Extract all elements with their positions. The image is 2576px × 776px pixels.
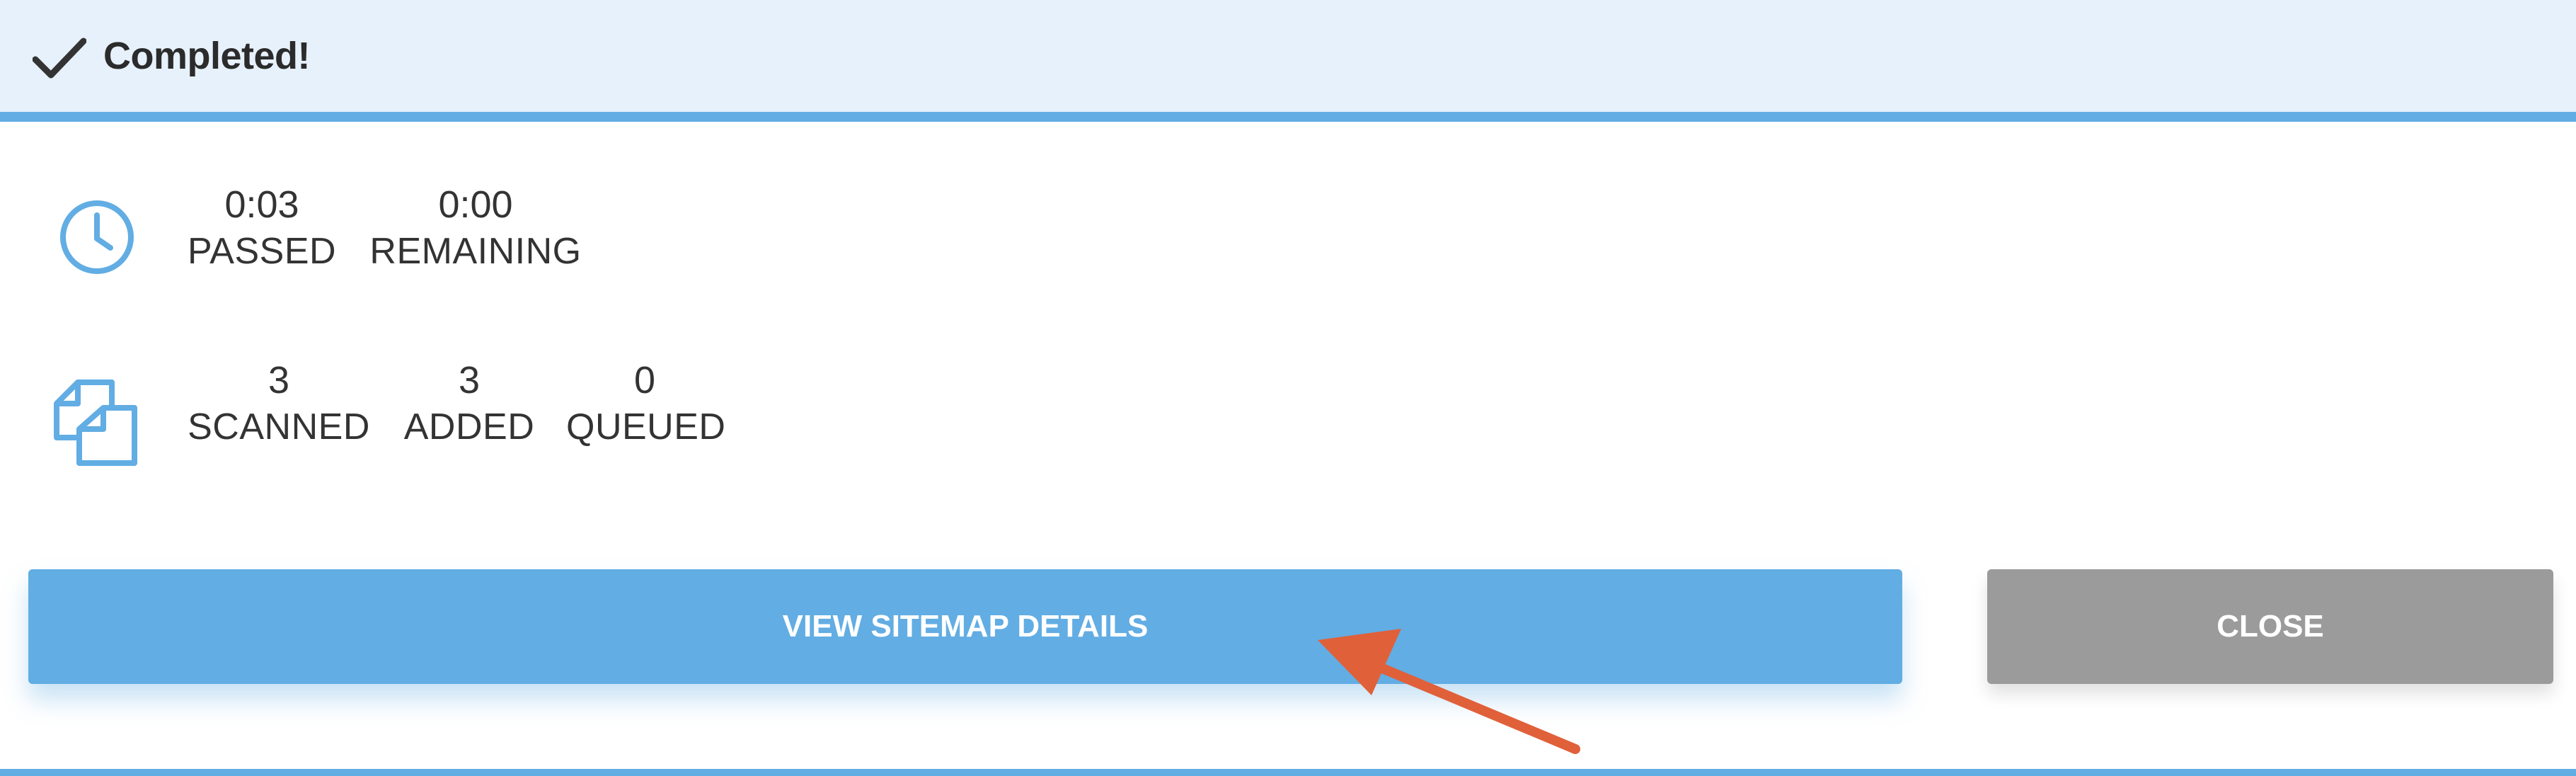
stat-label: QUEUED: [566, 406, 726, 447]
stat-value: 3: [458, 359, 481, 401]
stat-scanned: 3 SCANNED: [185, 357, 372, 450]
stat-value: 3: [268, 359, 290, 401]
stat-label: ADDED: [403, 406, 535, 447]
stat-value: 0:03: [224, 183, 299, 226]
stat-remaining: 0:00 REMAINING: [365, 181, 586, 275]
status-header: Completed!: [0, 0, 2576, 122]
sitemap-progress-dialog: Completed! 0:03 PASSED 0:00 REMAINING 3 …: [0, 0, 2576, 776]
stat-value: 0: [633, 359, 656, 401]
pages-icon: [54, 380, 137, 466]
clock-icon: [60, 200, 134, 274]
stat-label: PASSED: [187, 231, 337, 272]
check-icon: [33, 38, 86, 79]
close-button[interactable]: CLOSE: [1987, 569, 2553, 684]
status-title: Completed!: [103, 35, 311, 77]
stat-label: SCANNED: [188, 406, 370, 447]
stat-label: REMAINING: [369, 231, 582, 272]
bottom-divider: [0, 769, 2576, 776]
stat-added: 3 ADDED: [402, 357, 536, 450]
stat-passed: 0:03 PASSED: [185, 181, 338, 275]
view-sitemap-details-button[interactable]: VIEW SITEMAP DETAILS: [28, 569, 1902, 684]
stat-value: 0:00: [438, 183, 513, 226]
stat-queued: 0 QUEUED: [566, 357, 726, 450]
